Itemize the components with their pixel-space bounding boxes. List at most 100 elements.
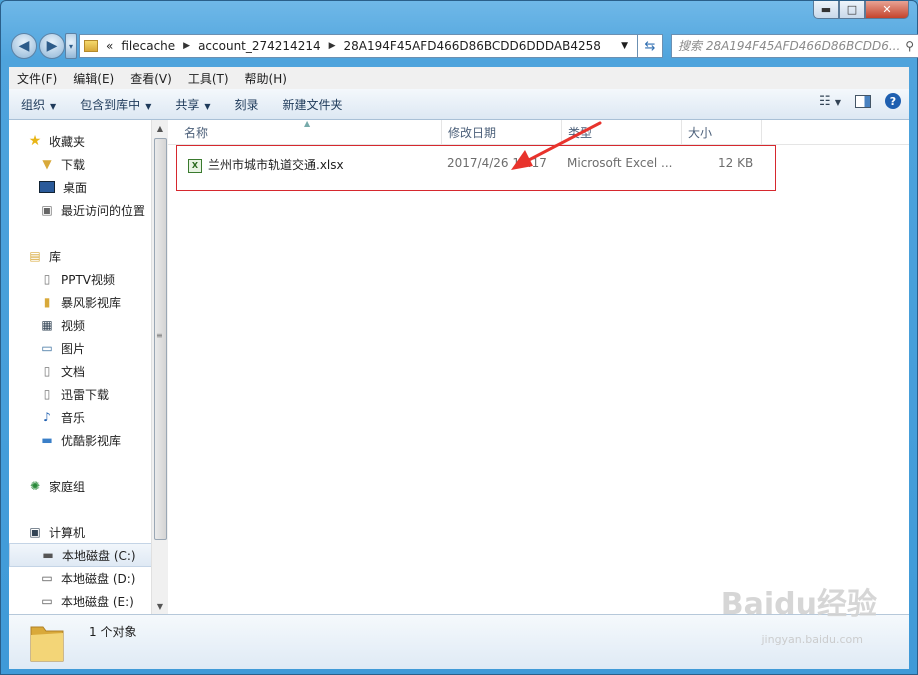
sidebar-label: 迅雷下载 [61,387,110,402]
sidebar-label: 视频 [61,318,86,333]
sidebar-label: 下载 [61,157,86,172]
watermark-logo: Baidu经验 [720,587,877,622]
breadcrumb-separator-icon[interactable]: ▶ [183,41,190,51]
scrollbar-grip-icon: ≡ [156,331,163,340]
sidebar-item-drive-d[interactable]: ▭ 本地磁盘 (D:) [39,567,135,589]
sidebar-item-downloads[interactable]: ▼ 下载 [39,153,85,175]
youku-library-icon: ▬ [41,433,53,447]
sidebar-label: 收藏夹 [49,134,86,149]
help-button[interactable]: ? [885,93,901,109]
sidebar-label: 图片 [61,341,86,356]
address-segment-account[interactable]: account_274214214 [198,39,321,53]
address-segment-folder[interactable]: 28A194F45AFD466D86BCDD6DDDAB4258 [344,39,601,53]
menu-tools[interactable]: 工具(T) [180,70,237,87]
menu-help[interactable]: 帮助(H) [237,70,295,87]
address-overflow-chevron[interactable]: « [106,39,113,53]
sidebar-item-videos[interactable]: ▦ 视频 [39,314,85,336]
recent-places-icon: ▣ [41,203,53,217]
column-size[interactable]: 大小 [682,120,762,144]
close-button[interactable]: ✕ [865,1,909,19]
sidebar-item-drive-e[interactable]: ▭ 本地磁盘 (E:) [39,590,134,612]
menu-view[interactable]: 查看(V) [122,70,180,87]
video-icon: ▦ [41,318,53,332]
drive-icon: ▭ [41,571,53,585]
drive-icon: ▭ [41,594,53,608]
sidebar-label: 家庭组 [49,479,86,494]
library-icon: ▤ [29,249,41,263]
new-folder-button[interactable]: 新建文件夹 [271,96,355,113]
scroll-down-icon[interactable]: ▼ [152,598,168,614]
view-options-button[interactable]: ☷ ▼ [819,94,841,109]
sidebar-label: 库 [49,249,62,264]
computer-icon: ▣ [29,525,41,539]
file-name-cell[interactable]: X 兰州市城市轨道交通.xlsx [188,156,344,173]
caption-buttons: ▬ □ ✕ [813,1,909,19]
search-input[interactable]: 搜索 28A194F45AFD466D86BCDD6... ⚲ [671,34,918,58]
include-library-label: 包含到库中 [80,97,141,112]
search-icon[interactable]: ⚲ [905,35,914,57]
recent-pages-dropdown[interactable]: ▾ [65,33,77,59]
content-area: ★ 收藏夹 ▼ 下载 桌面 ▣ 最近访问的位置 ▤ 库 ▯ PPTV视频 ▮ 暴风影视库 ▦… [9,119,909,614]
include-in-library-button[interactable]: 包含到库中 ▼ [68,96,163,113]
refresh-button[interactable]: ⇆ [637,34,663,58]
preview-pane-button[interactable] [855,94,871,108]
address-dropdown-icon[interactable]: ▼ [621,41,628,51]
file-size: 12 KB [718,156,754,170]
sidebar-item-homegroup[interactable]: ✺ 家庭组 [27,475,85,497]
breadcrumb-separator-icon[interactable]: ▶ [329,41,336,51]
sidebar-label: 优酷影视库 [61,433,122,448]
sidebar-item-libraries[interactable]: ▤ 库 [27,245,61,267]
menu-bar: 文件(F) 编辑(E) 查看(V) 工具(T) 帮助(H) [9,67,909,90]
navigation-pane-scrollbar[interactable]: ▲ ≡ ▼ [151,120,168,614]
sidebar-item-drive-c[interactable]: ▬ 本地磁盘 (C:) [9,543,151,567]
organize-label: 组织 [21,97,46,112]
document-library-icon: ▯ [43,272,51,286]
sidebar-label: 本地磁盘 (C:) [62,548,136,563]
sidebar-item-xunlei[interactable]: ▯ 迅雷下载 [39,383,109,405]
folder-icon: ▮ [43,295,51,309]
forward-button[interactable]: ▶ [39,33,65,59]
star-icon: ★ [28,133,42,149]
chevron-down-icon: ▼ [834,97,841,107]
maximize-button[interactable]: □ [839,1,865,19]
sidebar-label: PPTV视频 [61,272,116,287]
desktop-icon [39,181,55,193]
homegroup-icon: ✺ [29,479,41,493]
folder-icon [30,626,64,662]
menu-file[interactable]: 文件(F) [9,70,65,87]
sidebar-item-documents[interactable]: ▯ 文档 [39,360,85,382]
minimize-button[interactable]: ▬ [813,1,839,19]
picture-icon: ▭ [41,341,53,355]
watermark-url: jingyan.baidu.com [761,633,863,646]
toolbar-right: ☷ ▼ ? [819,93,901,109]
organize-button[interactable]: 组织 ▼ [9,96,68,113]
file-name: 兰州市城市轨道交通.xlsx [208,158,344,172]
back-button[interactable]: ◀ [11,33,37,59]
sidebar-label: 本地磁盘 (E:) [61,594,134,609]
sidebar-item-pictures[interactable]: ▭ 图片 [39,337,85,359]
burn-button[interactable]: 刻录 [223,96,271,113]
sidebar-label: 音乐 [61,410,86,425]
sidebar-item-music[interactable]: ♪ 音乐 [39,406,85,428]
sidebar-item-computer[interactable]: ▣ 计算机 [27,521,85,543]
sidebar-label: 最近访问的位置 [61,203,146,218]
sidebar-item-desktop[interactable]: 桌面 [39,176,87,198]
file-list: 名称 ▲ 修改日期 类型 大小 X兰州市城市轨道交通.xlsx 2017/4/2… [168,119,909,614]
sidebar-item-baofeng[interactable]: ▮ 暴风影视库 [39,291,121,313]
address-segment-filecache[interactable]: filecache [121,39,175,53]
scroll-up-icon[interactable]: ▲ [152,120,168,136]
navigation-bar: ◀ ▶ ▾ « filecache ▶ account_274214214 ▶ … [9,31,918,61]
command-toolbar: 组织 ▼ 包含到库中 ▼ 共享 ▼ 刻录 新建文件夹 ☷ ▼ ? [9,89,909,120]
menu-edit[interactable]: 编辑(E) [65,70,122,87]
sidebar-label: 暴风影视库 [61,295,122,310]
explorer-window: ▬ □ ✕ ◀ ▶ ▾ « filecache ▶ account_274214… [0,0,918,675]
back-arrow-icon: ◀ [18,38,30,54]
navigation-pane: ★ 收藏夹 ▼ 下载 桌面 ▣ 最近访问的位置 ▤ 库 ▯ PPTV视频 ▮ 暴风影视库 ▦… [9,120,151,614]
address-bar[interactable]: « filecache ▶ account_274214214 ▶ 28A194… [79,34,663,58]
sidebar-item-recent-places[interactable]: ▣ 最近访问的位置 [39,199,145,221]
share-button[interactable]: 共享 ▼ [163,96,222,113]
sidebar-item-youku[interactable]: ▬ 优酷影视库 [39,429,121,451]
sidebar-label: 桌面 [63,180,88,195]
sidebar-item-favorites[interactable]: ★ 收藏夹 [27,130,85,152]
sidebar-item-pptv[interactable]: ▯ PPTV视频 [39,268,115,290]
